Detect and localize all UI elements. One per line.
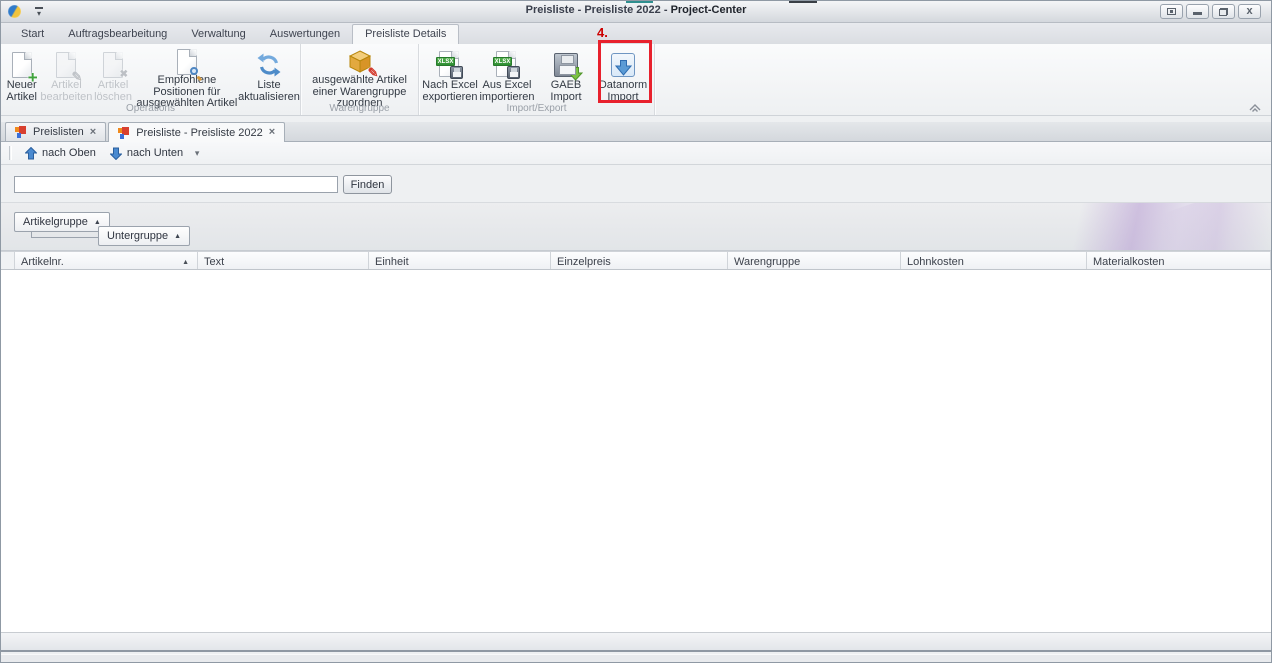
ribbon-group-warengruppe: ✎ ausgewählte Artikel einer Warengruppe … [301, 44, 419, 115]
recommended-positions-button[interactable]: Empfohlene Positionen für ausgewählten A… [134, 46, 240, 104]
group-label-operations: Operations [1, 103, 300, 114]
close-button[interactable]: x [1238, 4, 1261, 19]
gaeb-import-button[interactable]: GAEB Import [535, 46, 597, 104]
tab-close-icon[interactable]: × [269, 127, 275, 138]
sort-asc-icon: ▲ [182, 259, 191, 266]
window-bottom-edge [1, 654, 1271, 663]
sort-asc-icon: ▲ [94, 219, 101, 226]
delete-article-button[interactable]: ✖ Artikel löschen [92, 46, 133, 104]
excel-export-icon: XLSX [436, 49, 464, 80]
group-connector-line [31, 231, 98, 238]
column-header-einheit[interactable]: Einheit [369, 252, 551, 269]
excel-export-button[interactable]: XLSX Nach Excel exportieren [421, 46, 479, 104]
group-by-artikelgruppe[interactable]: Artikelgruppe ▲ [14, 212, 110, 232]
ribbon-tab-preisliste-details[interactable]: Preisliste Details [352, 24, 459, 44]
refresh-icon [256, 49, 282, 80]
search-panel: Finden [1, 165, 1271, 203]
close-icon: x [1246, 6, 1252, 17]
sort-asc-icon: ▲ [174, 233, 181, 240]
ribbon-group-operations: + Neuer Artikel ✎ Artikel bearbeiten ✖ A… [1, 44, 301, 115]
pricelist-tab-icon [118, 127, 130, 139]
annotation-step-number: 4. [597, 25, 608, 40]
list-toolbar: nach Oben nach Unten ▾ [1, 142, 1271, 165]
assign-warengruppe-button[interactable]: ✎ ausgewählte Artikel einer Warengruppe … [303, 46, 416, 104]
arrow-up-icon [25, 147, 37, 160]
fit-icon [1167, 8, 1176, 15]
column-header-einzelpreis[interactable]: Einzelpreis [551, 252, 728, 269]
titlebar: ▾ Preisliste - Preisliste 2022 - Project… [1, 1, 1271, 23]
tab-preislisten[interactable]: Preislisten × [5, 122, 106, 141]
column-header-artikelnr[interactable]: Artikelnr. ▲ [15, 252, 198, 269]
status-footer [1, 632, 1271, 652]
move-up-button[interactable]: nach Oben [18, 145, 103, 162]
table-body[interactable] [1, 270, 1271, 632]
minimize-button[interactable] [1186, 4, 1209, 19]
toolbar-grip[interactable] [9, 146, 12, 160]
group-by-untergruppe[interactable]: Untergruppe ▲ [98, 226, 190, 246]
toolbar-overflow-icon[interactable]: ▾ [190, 146, 204, 161]
gaeb-import-icon [554, 49, 578, 80]
column-header-warengruppe[interactable]: Warengruppe [728, 252, 901, 269]
excel-import-icon: XLSX [493, 49, 521, 80]
restore-icon [1219, 8, 1228, 16]
search-input[interactable] [14, 176, 338, 193]
document-tab-bar: Preislisten × Preisliste - Preisliste 20… [1, 122, 1271, 142]
app-window: ▾ Preisliste - Preisliste 2022 - Project… [0, 0, 1272, 663]
column-header-text[interactable]: Text [198, 252, 369, 269]
group-by-panel: Artikelgruppe ▲ Untergruppe ▲ [1, 203, 1271, 251]
minimize-icon [1193, 12, 1202, 15]
restore-button[interactable] [1212, 4, 1235, 19]
top-edge-dark-segment [789, 1, 817, 3]
excel-import-button[interactable]: XLSX Aus Excel importieren [479, 46, 535, 104]
cube-pencil-icon: ✎ [347, 49, 373, 75]
delete-article-icon: ✖ [103, 49, 123, 80]
arrow-down-icon [110, 147, 122, 160]
ribbon-tab-auftragsbearbeitung[interactable]: Auftragsbearbeitung [56, 25, 179, 44]
tab-preisliste-2022[interactable]: Preisliste - Preisliste 2022 × [108, 122, 285, 142]
top-edge-teal-segment [626, 1, 653, 3]
refresh-list-button[interactable]: Liste aktualisieren [240, 46, 298, 104]
edit-article-icon: ✎ [56, 49, 76, 80]
group-label-import-export: Import/Export [419, 103, 654, 114]
tab-close-icon[interactable]: × [90, 127, 96, 138]
move-down-button[interactable]: nach Unten [103, 145, 190, 162]
ribbon-tab-verwaltung[interactable]: Verwaltung [179, 25, 257, 44]
ribbon-tab-auswertungen[interactable]: Auswertungen [258, 25, 352, 44]
new-article-button[interactable]: + Neuer Artikel [3, 46, 40, 104]
group-label-warengruppe: Warengruppe [301, 103, 418, 114]
table-header-row: Artikelnr. ▲ Text Einheit Einzelpreis Wa… [1, 251, 1271, 270]
edit-article-button[interactable]: ✎ Artikel bearbeiten [40, 46, 92, 104]
new-article-icon: + [12, 49, 32, 80]
row-indicator-column [1, 252, 15, 269]
fit-window-button[interactable] [1160, 4, 1183, 19]
ribbon-tab-start[interactable]: Start [9, 25, 56, 44]
highlight-box-datanorm [598, 40, 652, 103]
window-title: Preisliste - Preisliste 2022 - Project-C… [1, 4, 1271, 16]
find-button[interactable]: Finden [343, 175, 392, 194]
search-document-icon [177, 49, 197, 75]
collapse-ribbon-icon[interactable] [1247, 102, 1263, 113]
column-header-materialkosten[interactable]: Materialkosten [1087, 252, 1271, 269]
pricelist-tab-icon [15, 126, 27, 138]
column-header-lohnkosten[interactable]: Lohnkosten [901, 252, 1087, 269]
